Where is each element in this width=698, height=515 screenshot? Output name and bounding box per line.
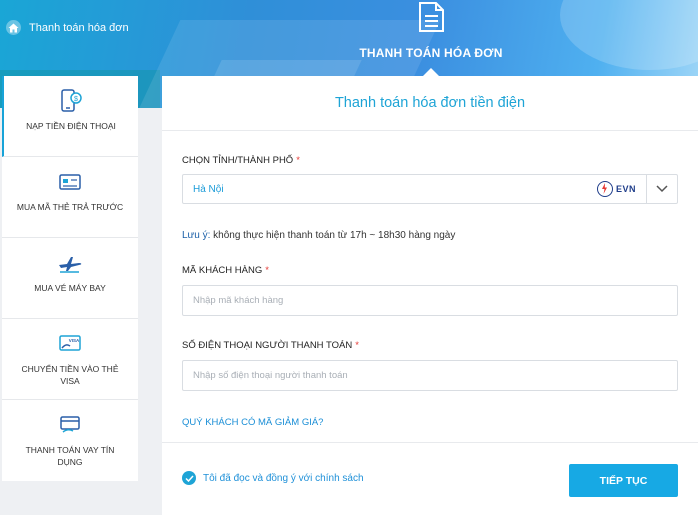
phone-input[interactable] (182, 360, 678, 391)
required-mark: * (355, 340, 359, 351)
sidebar-item-credit-loan[interactable]: THANH TOÁN VAY TÍN DỤNG (2, 400, 138, 481)
sidebar-item-label: MUA MÃ THẺ TRẢ TRƯỚC (16, 202, 124, 212)
province-value: Hà Nội (193, 183, 224, 195)
prepaid-card-icon (59, 174, 81, 190)
svg-text:$: $ (74, 96, 78, 103)
credit-loan-icon (60, 416, 80, 433)
payment-note: Lưu ý: không thực hiện thanh toán từ 17h… (182, 230, 678, 241)
breadcrumb-current[interactable]: Thanh toán hóa đơn (29, 22, 129, 34)
sidebar-item-prepaid-card[interactable]: MUA MÃ THẺ TRẢ TRƯỚC (2, 157, 138, 238)
active-tab-caret (423, 68, 439, 76)
checkmark-icon[interactable] (182, 471, 196, 485)
province-select[interactable]: Hà Nội EVN (182, 174, 678, 204)
province-label-text: CHỌN TỈNH/THÀNH PHỐ (182, 155, 294, 166)
customer-code-label: MÃ KHÁCH HÀNG * (182, 265, 678, 276)
sidebar-item-flight[interactable]: MUA VÉ MÁY BAY (2, 238, 138, 319)
customer-code-input[interactable] (182, 285, 678, 316)
form-footer: Tôi đã đọc và đồng ý với chính sách TIẾP… (162, 442, 698, 515)
airplane-icon (59, 257, 82, 273)
page-title: Thanh toán hóa đơn tiền điện (162, 76, 698, 131)
required-mark: * (296, 155, 300, 166)
province-label: CHỌN TỈNH/THÀNH PHỐ * (182, 155, 678, 166)
required-mark: * (265, 265, 269, 276)
sidebar-item-visa-transfer[interactable]: VISA CHUYỂN TIỀN VÀO THẺ VISA (2, 319, 138, 400)
phone-topup-icon: $ (61, 89, 82, 112)
note-text: không thực hiện thanh toán từ 17h ~ 18h3… (210, 230, 456, 241)
breadcrumb: Thanh toán hóa đơn (6, 20, 129, 35)
phone-label-text: SỐ ĐIỆN THOẠI NGƯỜI THANH TOÁN (182, 340, 353, 351)
promo-code-link[interactable]: QUÝ KHÁCH CÓ MÃ GIẢM GIÁ? (182, 417, 323, 428)
visa-card-icon: VISA (59, 335, 81, 351)
sidebar-item-label: MUA VÉ MÁY BAY (34, 283, 106, 293)
sidebar-item-label: NẠP TIỀN ĐIỆN THOẠI (26, 121, 116, 131)
provider-name: EVN (615, 184, 636, 194)
sidebar-item-label: CHUYỂN TIỀN VÀO THẺ VISA (21, 364, 119, 386)
continue-button[interactable]: TIẾP TỤC (569, 464, 678, 497)
service-sidebar: $ NẠP TIỀN ĐIỆN THOẠI MUA MÃ THẺ TRẢ TRƯ… (2, 76, 138, 481)
evn-mark-icon (596, 181, 613, 197)
banner-decoration (560, 0, 698, 70)
note-key: Lưu ý: (182, 230, 211, 241)
evn-logo: EVN (596, 181, 636, 197)
payment-panel: Thanh toán hóa đơn tiền điện CHỌN TỈNH/T… (162, 76, 698, 515)
agree-text[interactable]: Tôi đã đọc và đồng ý với chính sách (203, 473, 364, 484)
sidebar-item-phone-topup[interactable]: $ NẠP TIỀN ĐIỆN THOẠI (2, 76, 138, 157)
svg-text:VISA: VISA (69, 338, 80, 343)
tab-bill-payment[interactable]: THANH TOÁN HÓA ĐƠN (356, 0, 506, 76)
document-icon (419, 2, 444, 32)
chevron-down-icon[interactable] (647, 174, 677, 204)
sidebar-item-label: THANH TOÁN VAY TÍN DỤNG (25, 445, 115, 467)
home-icon[interactable] (6, 20, 21, 35)
customer-code-label-text: MÃ KHÁCH HÀNG (182, 265, 263, 276)
payment-form: CHỌN TỈNH/THÀNH PHỐ * Hà Nội EVN Lưu ý: k… (162, 155, 698, 430)
phone-label: SỐ ĐIỆN THOẠI NGƯỜI THANH TOÁN * (182, 340, 678, 351)
tab-label: THANH TOÁN HÓA ĐƠN (359, 46, 503, 60)
agree-checkbox[interactable]: Tôi đã đọc và đồng ý với chính sách (182, 471, 364, 485)
